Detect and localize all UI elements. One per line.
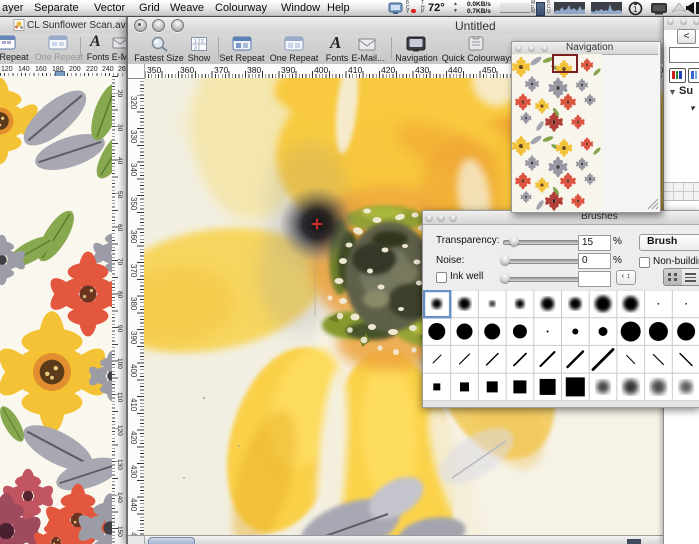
- svg-text:1: 1: [194, 39, 197, 45]
- svg-text:2: 2: [201, 39, 204, 45]
- svg-text:1: 1: [633, 5, 638, 14]
- svg-text:3: 3: [194, 46, 197, 52]
